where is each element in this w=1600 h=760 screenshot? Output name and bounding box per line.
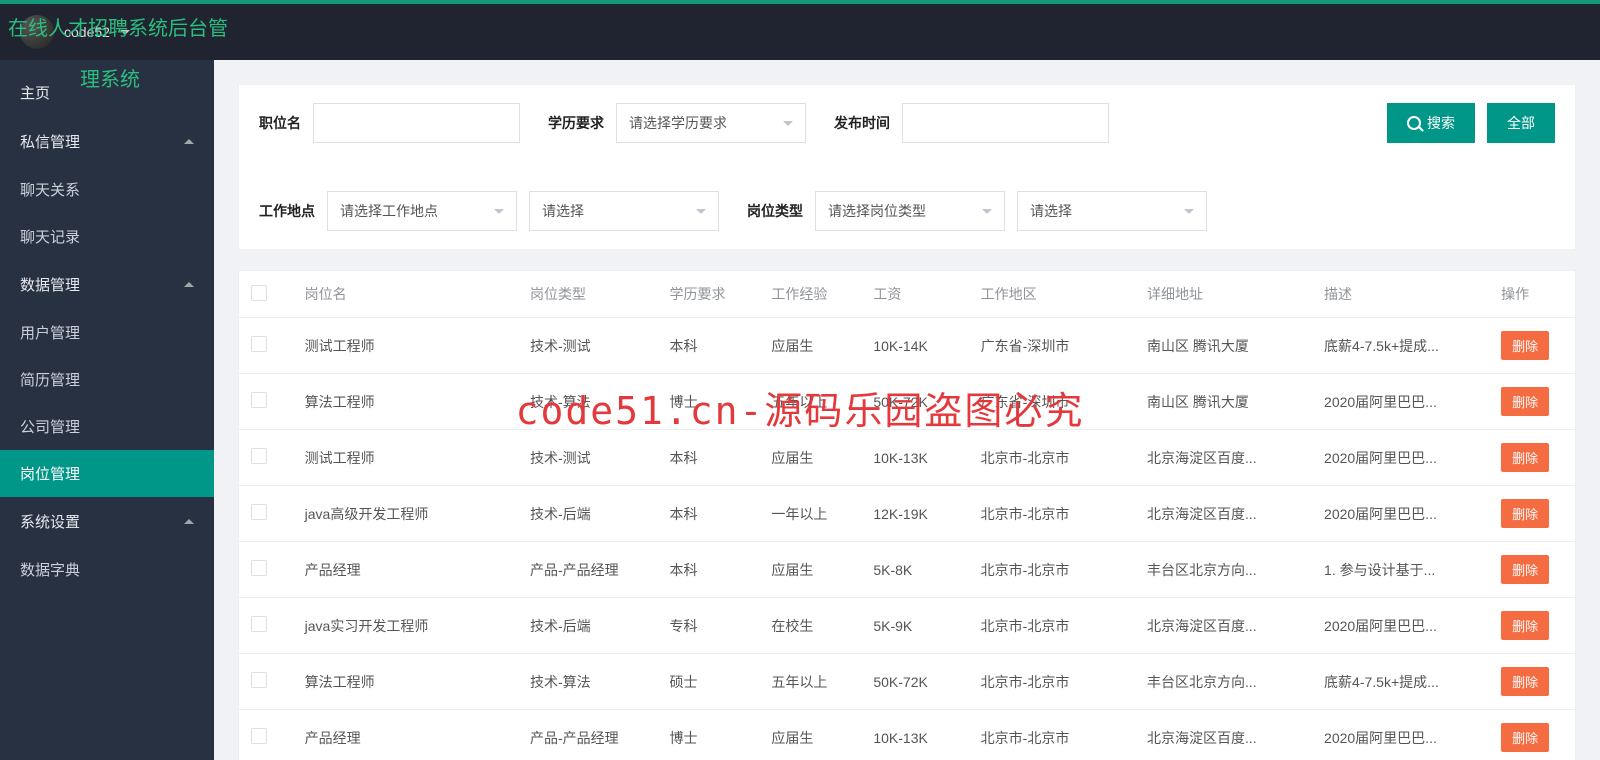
delete-button[interactable]: 删除 xyxy=(1501,331,1549,360)
edu-placeholder: 请选择学历要求 xyxy=(629,113,727,133)
app-title-line2: 理系统 xyxy=(80,67,300,93)
time-label: 发布时间 xyxy=(834,113,890,133)
delete-button[interactable]: 删除 xyxy=(1501,499,1549,528)
app-logo: 在线人才招聘系统后台管 理系统 xyxy=(8,16,228,68)
sidebar-item-用户管理[interactable]: 用户管理 xyxy=(0,309,214,356)
job-table: 岗位名岗位类型学历要求工作经验工资工作地区详细地址描述操作 测试工程师技术-测试… xyxy=(238,270,1576,760)
chevron-down-icon xyxy=(696,209,706,214)
col-header: 描述 xyxy=(1312,271,1489,318)
table-row: 算法工程师技术-算法硕士五年以上50K-72K北京市-北京市丰台区北京方向...… xyxy=(239,654,1575,710)
sidebar-item-岗位管理[interactable]: 岗位管理 xyxy=(0,450,214,497)
search-icon xyxy=(1407,116,1421,130)
table-row: 产品经理产品-产品经理博士应届生10K-13K北京市-北京市北京海淀区百度...… xyxy=(239,710,1575,760)
time-input[interactable] xyxy=(902,103,1109,143)
row-checkbox[interactable] xyxy=(251,616,267,632)
sidebar-item-数据字典[interactable]: 数据字典 xyxy=(0,546,214,593)
table-row: java高级开发工程师技术-后端本科一年以上12K-19K北京市-北京市北京海淀… xyxy=(239,486,1575,542)
chevron-down-icon xyxy=(1184,209,1194,214)
loc2-select[interactable]: 请选择 xyxy=(529,191,719,231)
row-checkbox[interactable] xyxy=(251,392,267,408)
type2-select[interactable]: 请选择 xyxy=(1017,191,1207,231)
delete-button[interactable]: 删除 xyxy=(1501,667,1549,696)
sidebar-item-系统设置[interactable]: 系统设置 xyxy=(0,497,214,546)
col-header: 岗位类型 xyxy=(518,271,658,318)
type-label: 岗位类型 xyxy=(747,201,803,221)
table-row: 算法工程师技术-算法博士五年以上50K-72K广东省-深圳市南山区 腾讯大厦20… xyxy=(239,374,1575,430)
chevron-up-icon xyxy=(184,282,194,287)
table-row: 测试工程师技术-测试本科应届生10K-13K北京市-北京市北京海淀区百度...2… xyxy=(239,430,1575,486)
sidebar-item-聊天关系[interactable]: 聊天关系 xyxy=(0,166,214,213)
chevron-up-icon xyxy=(184,519,194,524)
table-row: 测试工程师技术-测试本科应届生10K-14K广东省-深圳市南山区 腾讯大厦底薪4… xyxy=(239,318,1575,374)
col-header: 工作地区 xyxy=(969,271,1135,318)
chevron-down-icon xyxy=(783,121,793,126)
table-row: 产品经理产品-产品经理本科应届生5K-8K北京市-北京市丰台区北京方向...1.… xyxy=(239,542,1575,598)
delete-button[interactable]: 删除 xyxy=(1501,443,1549,472)
row-checkbox[interactable] xyxy=(251,448,267,464)
edu-label: 学历要求 xyxy=(548,113,604,133)
chevron-down-icon xyxy=(494,209,504,214)
filter-bar: 职位名 学历要求 请选择学历要求 发布时间 搜索 全部 xyxy=(238,84,1576,250)
col-header: 岗位名 xyxy=(293,271,518,318)
loc-label: 工作地点 xyxy=(259,201,315,221)
sidebar-item-私信管理[interactable]: 私信管理 xyxy=(0,117,214,166)
select-all-checkbox[interactable] xyxy=(251,285,267,301)
sidebar-item-数据管理[interactable]: 数据管理 xyxy=(0,260,214,309)
delete-button[interactable]: 删除 xyxy=(1501,387,1549,416)
topbar: 在线人才招聘系统后台管 理系统 code52 xyxy=(0,0,1600,60)
edu-select[interactable]: 请选择学历要求 xyxy=(616,103,806,143)
all-button[interactable]: 全部 xyxy=(1487,103,1555,143)
sidebar: 主页私信管理聊天关系聊天记录数据管理用户管理简历管理公司管理岗位管理系统设置数据… xyxy=(0,60,214,760)
chevron-up-icon xyxy=(184,139,194,144)
row-checkbox[interactable] xyxy=(251,560,267,576)
sidebar-item-简历管理[interactable]: 简历管理 xyxy=(0,356,214,403)
col-header: 工资 xyxy=(861,271,968,318)
app-title-line1: 在线人才招聘系统后台管 xyxy=(8,16,228,42)
row-checkbox[interactable] xyxy=(251,336,267,352)
delete-button[interactable]: 删除 xyxy=(1501,555,1549,584)
row-checkbox[interactable] xyxy=(251,504,267,520)
chevron-down-icon xyxy=(982,209,992,214)
table-row: java实习开发工程师技术-后端专科在校生5K-9K北京市-北京市北京海淀区百度… xyxy=(239,598,1575,654)
col-header: 详细地址 xyxy=(1135,271,1312,318)
row-checkbox[interactable] xyxy=(251,672,267,688)
type-select[interactable]: 请选择岗位类型 xyxy=(815,191,1005,231)
search-button[interactable]: 搜索 xyxy=(1387,103,1475,143)
job-name-input[interactable] xyxy=(313,103,520,143)
delete-button[interactable]: 删除 xyxy=(1501,611,1549,640)
col-header: 工作经验 xyxy=(759,271,861,318)
delete-button[interactable]: 删除 xyxy=(1501,723,1549,752)
job-name-label: 职位名 xyxy=(259,113,301,133)
main-content: 职位名 学历要求 请选择学历要求 发布时间 搜索 全部 xyxy=(214,60,1600,760)
sidebar-item-聊天记录[interactable]: 聊天记录 xyxy=(0,213,214,260)
col-header: 学历要求 xyxy=(657,271,759,318)
sidebar-item-公司管理[interactable]: 公司管理 xyxy=(0,403,214,450)
row-checkbox[interactable] xyxy=(251,728,267,744)
col-header: 操作 xyxy=(1489,271,1575,318)
loc-select[interactable]: 请选择工作地点 xyxy=(327,191,517,231)
